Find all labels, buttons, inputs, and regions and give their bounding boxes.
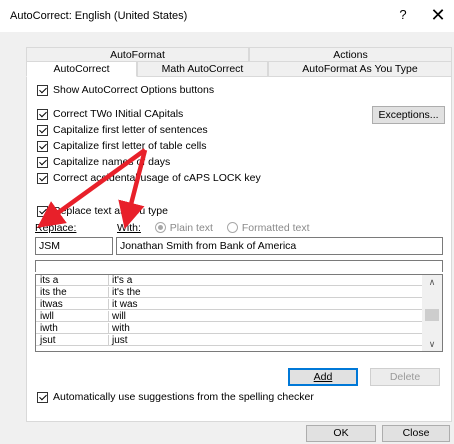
checkbox-label: Capitalize first letter of table cells: [53, 140, 207, 152]
checkbox-box[interactable]: [37, 172, 48, 184]
list-item[interactable]: jsut just: [36, 335, 422, 346]
list-item[interactable]: its the it's the: [36, 287, 422, 298]
list-item-replace: its the: [40, 287, 67, 298]
show-options-buttons-checkbox[interactable]: Show AutoCorrect Options buttons: [37, 84, 214, 96]
formatted-text-radio[interactable]: [226, 222, 238, 233]
chevron-up-icon[interactable]: ∧: [422, 275, 442, 289]
delete-button[interactable]: Delete: [370, 368, 440, 386]
correct-two-initial-checkbox[interactable]: Correct TWo INitial CApitals: [37, 108, 183, 120]
capitalize-days-checkbox[interactable]: Capitalize names of days: [37, 156, 170, 168]
tab-math-autocorrect[interactable]: Math AutoCorrect: [137, 61, 268, 76]
checkbox-label: Replace text as you type: [53, 205, 168, 217]
checkbox-label: Show AutoCorrect Options buttons: [53, 84, 215, 96]
checkbox-label: Automatically use suggestions from the s…: [53, 391, 314, 403]
list-item-with: it's a: [112, 275, 133, 286]
list-item-replace: itwas: [40, 299, 63, 310]
tab-autoformat[interactable]: AutoFormat: [26, 47, 249, 61]
ok-button[interactable]: OK: [306, 425, 376, 442]
list-header-area: [35, 260, 443, 272]
scrollbar-thumb[interactable]: [425, 309, 439, 321]
checkbox-label: Correct TWo INitial CApitals: [53, 108, 184, 120]
add-button[interactable]: Add: [288, 368, 358, 386]
capitalize-table-cells-checkbox[interactable]: Capitalize first letter of table cells: [37, 140, 206, 152]
checkbox-box[interactable]: [37, 205, 48, 217]
checkbox-box[interactable]: [37, 108, 48, 120]
plain-text-radio[interactable]: [154, 222, 166, 233]
list-scrollbar[interactable]: ∧ ∨: [422, 275, 442, 351]
list-item-with: it's the: [112, 287, 141, 298]
list-item[interactable]: itwas it was: [36, 299, 422, 310]
title-bar: AutoCorrect: English (United States) ? ✕: [0, 0, 454, 32]
tab-actions[interactable]: Actions: [249, 47, 452, 61]
list-item[interactable]: iwll will: [36, 311, 422, 322]
replace-input[interactable]: JSM: [35, 237, 113, 255]
with-row: With: Plain text Formatted text: [117, 222, 310, 234]
chevron-down-icon[interactable]: ∨: [422, 337, 442, 351]
tab-autocorrect[interactable]: AutoCorrect: [26, 61, 137, 77]
list-item-with: it was: [112, 299, 138, 310]
help-button[interactable]: ?: [390, 4, 416, 26]
list-item-with: will: [112, 311, 126, 322]
replace-label: Replace:: [35, 222, 77, 234]
close-button[interactable]: Close: [382, 425, 450, 442]
checkbox-box[interactable]: [37, 124, 48, 136]
list-item[interactable]: its a it's a: [36, 275, 422, 286]
with-label: With:: [117, 222, 141, 234]
formatted-text-label: Formatted text: [241, 222, 310, 234]
capitalize-sentences-checkbox[interactable]: Capitalize first letter of sentences: [37, 124, 208, 136]
list-item-replace: jsut: [40, 335, 56, 346]
checkbox-box[interactable]: [37, 140, 48, 152]
list-item-replace: its a: [40, 275, 59, 286]
spelling-suggestions-checkbox[interactable]: Automatically use suggestions from the s…: [37, 391, 314, 403]
close-window-button[interactable]: ✕: [426, 3, 450, 27]
checkbox-box[interactable]: [37, 84, 48, 96]
checkbox-label: Capitalize names of days: [53, 156, 171, 168]
checkbox-box[interactable]: [37, 391, 48, 403]
replacement-list[interactable]: its a it's a its the it's the itwas it was …: [35, 274, 443, 352]
checkbox-label: Correct accidental usage of cAPS LOCK ke…: [53, 172, 261, 184]
checkbox-label: Capitalize first letter of sentences: [53, 124, 208, 136]
with-input[interactable]: Jonathan Smith from Bank of America: [116, 237, 443, 255]
tab-autoformat-as-you-type[interactable]: AutoFormat As You Type: [268, 61, 452, 76]
list-item-replace: iwll: [40, 311, 54, 322]
list-item-replace: iwth: [40, 323, 58, 334]
replace-text-checkbox[interactable]: Replace text as you type: [37, 205, 168, 217]
list-item-with: with: [112, 323, 130, 334]
list-item[interactable]: iwth with: [36, 323, 422, 334]
window-title: AutoCorrect: English (United States): [10, 10, 188, 22]
plain-text-label: Plain text: [169, 222, 213, 234]
caps-lock-checkbox[interactable]: Correct accidental usage of cAPS LOCK ke…: [37, 172, 261, 184]
exceptions-button[interactable]: Exceptions...: [372, 106, 445, 124]
checkbox-box[interactable]: [37, 156, 48, 168]
list-item-with: just: [112, 335, 128, 346]
